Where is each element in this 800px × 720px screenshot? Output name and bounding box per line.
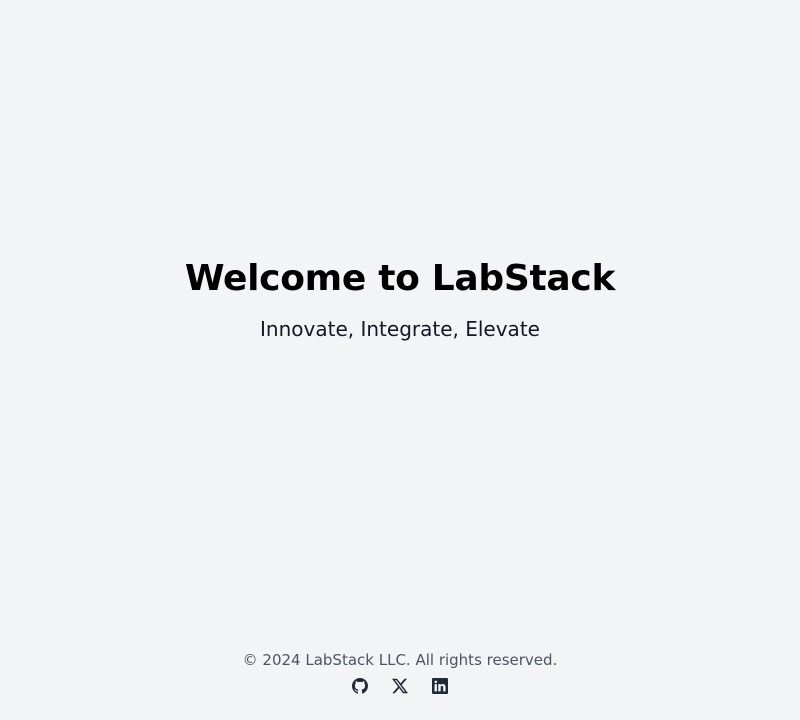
linkedin-icon [432,678,448,694]
x-icon [392,678,408,694]
linkedin-link[interactable] [432,678,448,694]
footer: © 2024 LabStack LLC. All rights reserved… [0,650,800,694]
x-link[interactable] [392,678,408,694]
social-links [0,678,800,694]
github-link[interactable] [352,678,368,694]
github-icon [352,678,368,694]
copyright-text: © 2024 LabStack LLC. All rights reserved… [242,651,558,669]
page-title: Welcome to LabStack [184,258,616,299]
tagline: Innovate, Integrate, Elevate [260,317,540,341]
landing-page: Welcome to LabStack Innovate, Integrate,… [0,0,800,720]
